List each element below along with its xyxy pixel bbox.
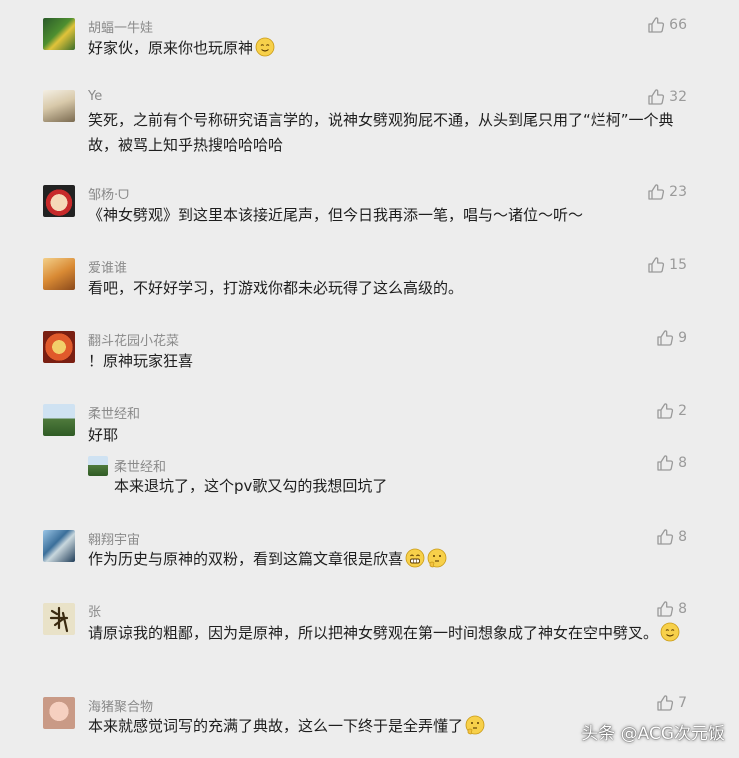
like-button[interactable]: 2	[656, 402, 687, 420]
like-button[interactable]: 9	[656, 329, 687, 347]
like-count: 23	[669, 184, 687, 200]
thumbs-up-icon	[656, 329, 674, 347]
like-button[interactable]: 23	[647, 183, 687, 201]
like-count: 15	[669, 257, 687, 273]
comment-text: 《神女劈观》到这里本该接近尾声，但今日我再添一笔，唱与～诸位～听～	[88, 206, 584, 224]
like-count: 9	[678, 330, 687, 346]
smile-emoji-icon	[255, 37, 275, 57]
comment-text: 笑死，之前有个号称研究语言学的，说神女劈观狗屁不通，从头到尾只用了“烂柯”一个典…	[88, 111, 674, 154]
thumbs-up-icon	[656, 694, 674, 712]
avatar[interactable]	[43, 530, 75, 562]
commenter-name[interactable]: 邹杨·⁢ᗜ	[88, 184, 129, 203]
avatar[interactable]	[43, 185, 75, 217]
smile-emoji-icon	[660, 622, 680, 642]
thumbs-up-icon	[656, 600, 674, 618]
like-button[interactable]: 15	[647, 256, 687, 274]
comment-text: 好家伙，原来你也玩原神	[88, 36, 688, 61]
commenter-name[interactable]: 海猪聚合物	[88, 696, 153, 715]
like-button[interactable]: 7	[656, 694, 687, 712]
like-count: 32	[669, 89, 687, 105]
commenter-name[interactable]: 张	[88, 601, 101, 620]
thumbs-up-icon	[647, 183, 665, 201]
like-button[interactable]: 8	[656, 528, 687, 546]
avatar[interactable]	[43, 18, 75, 50]
commenter-name[interactable]: 爱谁谁	[88, 257, 127, 276]
comment-text-content: 好家伙，原来你也玩原神	[88, 39, 254, 57]
avatar[interactable]	[43, 331, 75, 363]
like-count: 8	[678, 601, 687, 617]
like-button[interactable]: 66	[647, 16, 687, 34]
comment-text-content: 请原谅我的粗鄙，因为是原神，所以把神女劈观在第一时间想象成了神女在空中劈叉。	[88, 624, 659, 642]
comment-text: 好耶	[88, 426, 119, 444]
avatar[interactable]	[43, 90, 75, 122]
grin-emoji-icon	[405, 548, 425, 568]
like-count: 8	[678, 529, 687, 545]
thinking-emoji-icon	[427, 548, 447, 568]
avatar[interactable]	[43, 603, 75, 635]
comment-text: 作为历史与原神的双粉，看到这篇文章很是欣喜	[88, 547, 688, 572]
like-count: 66	[669, 17, 687, 33]
commenter-name[interactable]: 柔世经和	[88, 403, 140, 422]
thinking-emoji-icon	[465, 715, 485, 735]
avatar[interactable]	[43, 697, 75, 729]
commenter-name[interactable]: 翻斗花园小花菜	[88, 330, 179, 349]
like-button[interactable]: 32	[647, 88, 687, 106]
comment-text: 请原谅我的粗鄙，因为是原神，所以把神女劈观在第一时间想象成了神女在空中劈叉。	[88, 621, 688, 646]
like-count: 7	[678, 695, 687, 711]
avatar[interactable]	[43, 404, 75, 436]
comment-text-content: 作为历史与原神的双粉，看到这篇文章很是欣喜	[88, 550, 404, 568]
avatar[interactable]	[88, 456, 108, 476]
thumbs-up-icon	[647, 16, 665, 34]
like-button[interactable]: 8	[656, 600, 687, 618]
comment-text: 看吧，不好好学习，打游戏你都未必玩得了这么高级的。	[88, 279, 464, 297]
comment-text: 本来退坑了，这个pv歌又勾的我想回坑了	[114, 477, 388, 495]
thumbs-up-icon	[656, 454, 674, 472]
calligraphy-avatar-icon	[49, 606, 69, 633]
avatar[interactable]	[43, 258, 75, 290]
commenter-name[interactable]: 胡蝠一牛娃	[88, 17, 153, 36]
commenter-name[interactable]: Ye	[88, 89, 102, 104]
comment-text-content: 本来就感觉词写的充满了典故，这么一下终于是全弄懂了	[88, 717, 464, 735]
like-count: 2	[678, 403, 687, 419]
watermark: 头条 @ACG次元饭	[581, 724, 725, 744]
like-button[interactable]: 8	[656, 454, 687, 472]
thumbs-up-icon	[647, 88, 665, 106]
commenter-name[interactable]: 柔世经和	[114, 456, 166, 475]
thumbs-up-icon	[647, 256, 665, 274]
thumbs-up-icon	[656, 528, 674, 546]
like-count: 8	[678, 455, 687, 471]
comment-text: ！原神玩家狂喜	[88, 352, 194, 370]
commenter-name[interactable]: 翱翔宇宙	[88, 529, 140, 548]
thumbs-up-icon	[656, 402, 674, 420]
